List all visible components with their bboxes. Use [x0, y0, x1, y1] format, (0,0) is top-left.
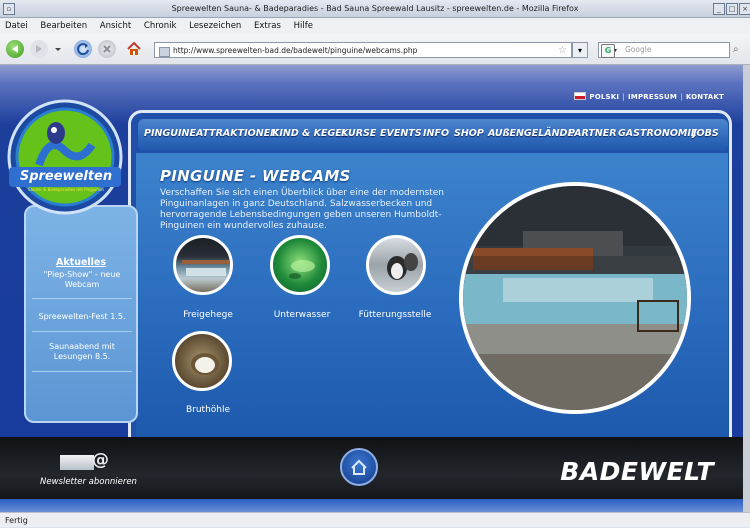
navigation-toolbar: http://www.spreewelten-bad.de/badewelt/p… [0, 34, 750, 65]
nav-info[interactable]: INFO [423, 128, 449, 139]
footer-stripe [0, 499, 750, 512]
url-dropdown-icon[interactable]: ▾ [572, 42, 588, 58]
nav-events[interactable]: EVENTS [380, 128, 422, 139]
polish-flag-icon [574, 92, 587, 100]
newsletter-link[interactable]: Newsletter abonnieren [40, 477, 137, 487]
maximize-icon[interactable]: □ [726, 3, 738, 15]
menu-bar: Datei Bearbeiten Ansicht Chronik Lesezei… [0, 18, 750, 34]
sidebar-divider [32, 371, 132, 372]
search-input[interactable]: G ▾ Google [598, 42, 730, 58]
at-icon[interactable]: @ [92, 450, 109, 470]
menu-datei[interactable]: Datei [0, 18, 33, 34]
logo-tagline: Sauna- & Badeparadies mit Pinguinen [28, 187, 104, 192]
sidebar-divider [32, 331, 132, 332]
webcam-thumb-bruthoehle[interactable] [172, 331, 232, 391]
nav-aussengelaende[interactable]: AUßENGELÄNDE [488, 128, 574, 139]
nav-partner[interactable]: PARTNER [568, 128, 617, 139]
sidebar-item-spreewelten-fest[interactable]: Spreewelten-Fest 1.5. [30, 312, 134, 322]
logo-text: Spreewelten [19, 169, 113, 184]
webcam-label-freigehege[interactable]: Freigehege [158, 310, 258, 320]
intro-text: Verschaffen Sie sich einen Überblick übe… [160, 188, 444, 231]
search-icon[interactable]: ⌕ [733, 44, 739, 55]
minimize-icon[interactable]: _ [713, 3, 725, 15]
status-text: Fertig [5, 516, 28, 525]
sidebar-item-piep-show[interactable]: "Piep-Show" - neue Webcam [30, 270, 134, 290]
url-input[interactable]: http://www.spreewelten-bad.de/badewelt/p… [154, 42, 572, 58]
nav-jobs[interactable]: JOBS [693, 128, 719, 139]
newsletter-envelope-icon[interactable] [60, 455, 94, 470]
scrollbar[interactable] [743, 65, 750, 512]
menu-chronik[interactable]: Chronik [139, 18, 182, 34]
window-title: Spreewelten Sauna- & Badeparadies - Bad … [171, 4, 579, 13]
web-page: POLSKI | IMPRESSUM | KONTAKT PINGUINE ATTRAK… [0, 65, 750, 512]
link-polski[interactable]: POLSKI [589, 93, 619, 101]
stop-icon[interactable] [98, 40, 116, 58]
google-icon[interactable]: G [601, 44, 615, 58]
search-placeholder: Google [625, 45, 652, 54]
webcam-label-bruthoehle[interactable]: Bruthöhle [158, 405, 258, 415]
nav-kurse[interactable]: KURSE [341, 128, 376, 139]
link-kontakt[interactable]: KONTAKT [686, 93, 724, 101]
webcam-thumb-fuetterungsstelle[interactable] [366, 235, 426, 295]
webcam-thumb-freigehege[interactable] [173, 235, 233, 295]
menu-ansicht[interactable]: Ansicht [95, 18, 136, 34]
menu-lesezeichen[interactable]: Lesezeichen [184, 18, 246, 34]
status-bar: Fertig [0, 512, 750, 527]
webcam-live-view[interactable] [459, 182, 691, 414]
search-engine-dropdown-icon[interactable]: ▾ [614, 44, 617, 58]
nav-shop[interactable]: SHOP [454, 128, 484, 139]
close-icon[interactable]: × [739, 3, 750, 15]
url-text: http://www.spreewelten-bad.de/badewelt/p… [173, 46, 418, 55]
sidebar-heading[interactable]: Aktuelles [24, 257, 138, 268]
webcam-label-fuetterungsstelle[interactable]: Fütterungsstelle [345, 310, 445, 320]
menu-extras[interactable]: Extras [249, 18, 286, 34]
sidebar-item-saunaabend[interactable]: Saunaabend mit Lesungen 8.5. [30, 342, 134, 362]
page-title: PINGUINE - WEBCAMS [160, 167, 351, 185]
menu-hilfe[interactable]: Hilfe [289, 18, 318, 34]
webcam-label-unterwasser[interactable]: Unterwasser [252, 310, 352, 320]
home-icon[interactable] [125, 40, 143, 58]
window-menu-icon[interactable]: ▫ [3, 3, 15, 15]
favicon-icon [159, 47, 170, 57]
badewelt-brand: BADEWELT [560, 457, 714, 486]
sidebar-divider [32, 298, 132, 299]
main-navigation: PINGUINE ATTRAKTIONEN KIND & KEGEL KURSE… [138, 119, 728, 151]
back-icon[interactable] [6, 40, 24, 58]
nav-pinguine[interactable]: PINGUINE [144, 128, 196, 139]
nav-gastronomie[interactable]: GASTRONOMIE [618, 128, 697, 139]
forward-icon[interactable] [30, 40, 48, 58]
home-button[interactable] [340, 448, 378, 486]
menu-bearbeiten[interactable]: Bearbeiten [35, 18, 92, 34]
link-impressum[interactable]: IMPRESSUM [628, 93, 677, 101]
top-links: POLSKI | IMPRESSUM | KONTAKT [574, 92, 724, 101]
history-dropdown-icon[interactable] [53, 40, 63, 58]
window-titlebar: Spreewelten Sauna- & Badeparadies - Bad … [0, 0, 750, 18]
webcam-thumb-unterwasser[interactable] [270, 235, 330, 295]
nav-kind-kegel[interactable]: KIND & KEGEL [272, 128, 348, 139]
spreewelten-logo[interactable]: Spreewelten Sauna- & Badeparadies mit Pi… [4, 95, 126, 219]
nav-attraktionen[interactable]: ATTRAKTIONEN [196, 128, 278, 139]
bookmark-star-icon[interactable]: ☆ [558, 43, 567, 57]
reload-icon[interactable] [74, 40, 92, 58]
